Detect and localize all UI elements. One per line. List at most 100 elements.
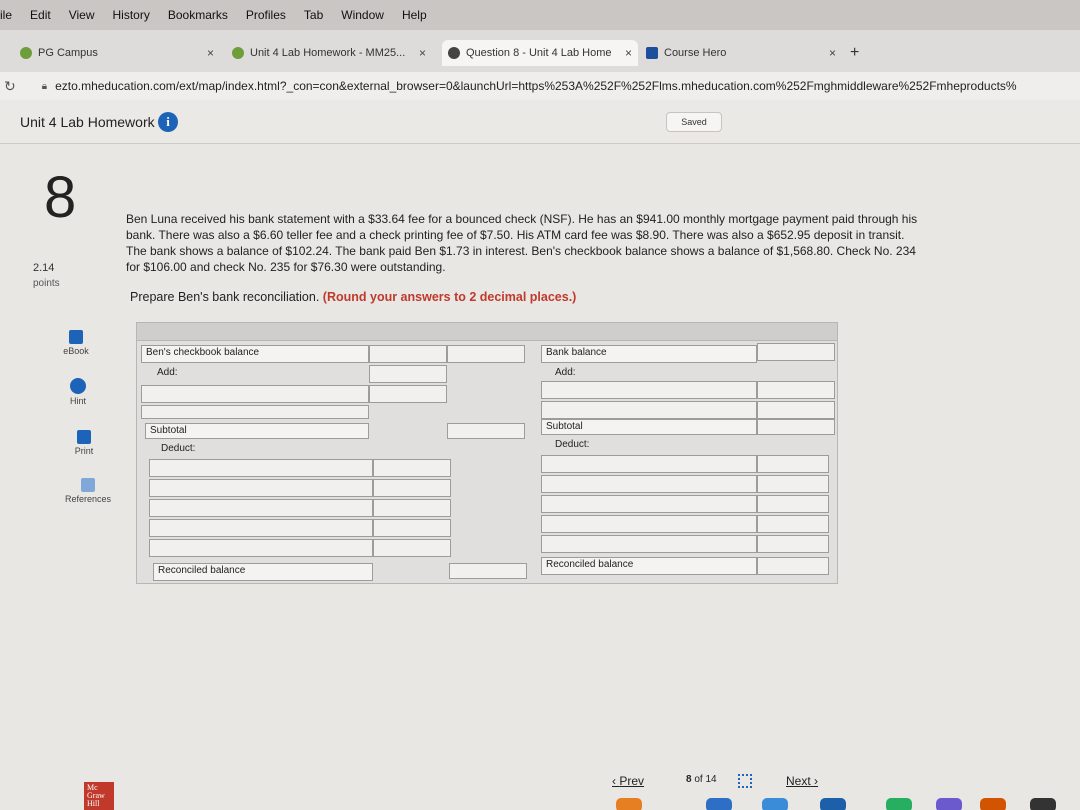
- hint-icon: [70, 378, 86, 394]
- prepare-instruction: Prepare Ben's bank reconciliation. (Roun…: [130, 290, 576, 304]
- right-deduct-amount-input-4[interactable]: [757, 515, 829, 533]
- tab-pg-campus[interactable]: PG Campus ×: [20, 40, 220, 66]
- points-label: points: [33, 278, 60, 289]
- dock-app-icon[interactable]: [886, 798, 912, 810]
- table-header-bar: [137, 323, 837, 341]
- right-deduct-desc-input-5[interactable]: [541, 535, 757, 553]
- saved-badge: Saved: [666, 112, 722, 132]
- checkbook-balance-amount-input[interactable]: [447, 345, 525, 363]
- left-subtotal-input[interactable]: [447, 423, 525, 439]
- prev-button[interactable]: ‹ Prev: [612, 774, 644, 788]
- tab-course-hero[interactable]: Course Hero ×: [646, 40, 842, 66]
- close-icon[interactable]: ×: [419, 46, 426, 60]
- checkbook-balance-label: Ben's checkbook balance: [146, 347, 260, 358]
- menu-file[interactable]: ile: [0, 8, 12, 22]
- left-deduct-amount-input-1[interactable]: [373, 459, 451, 477]
- next-button[interactable]: Next ›: [786, 774, 818, 788]
- left-deduct-amount-input-3[interactable]: [373, 499, 451, 517]
- right-deduct-desc-input-3[interactable]: [541, 495, 757, 513]
- right-subtotal-label-cell: Subtotal: [541, 419, 757, 435]
- right-deduct-amount-input-3[interactable]: [757, 495, 829, 513]
- right-add-amount-input-1[interactable]: [757, 381, 835, 399]
- left-subtotal-label: Subtotal: [150, 425, 187, 436]
- right-deduct-desc-input-4[interactable]: [541, 515, 757, 533]
- checkbook-balance-label-cell: Ben's checkbook balance: [141, 345, 369, 363]
- right-deduct-desc-input-1[interactable]: [541, 455, 757, 473]
- points-value: 2.14: [33, 262, 55, 274]
- left-deduct-desc-input-2[interactable]: [149, 479, 373, 497]
- left-deduct-desc-input-3[interactable]: [149, 499, 373, 517]
- right-add-desc-input-2[interactable]: [541, 401, 757, 419]
- rounding-note: (Round your answers to 2 decimal places.…: [322, 290, 577, 304]
- url-field[interactable]: ezto.mheducation.com/ext/map/index.html?…: [55, 79, 1075, 93]
- left-add-desc-input-2[interactable]: [141, 405, 369, 419]
- left-deduct-amount-input-2[interactable]: [373, 479, 451, 497]
- close-icon[interactable]: ×: [625, 46, 632, 60]
- dock-app-icon[interactable]: [936, 798, 962, 810]
- left-deduct-desc-input-4[interactable]: [149, 519, 373, 537]
- dock-app-icon[interactable]: [1030, 798, 1056, 810]
- hint-tool[interactable]: Hint: [38, 378, 118, 406]
- menu-history[interactable]: History: [113, 8, 150, 22]
- page-indicator: 8 of 14: [686, 774, 717, 785]
- left-deduct-amount-input-4[interactable]: [373, 519, 451, 537]
- tab-label: Course Hero: [664, 47, 727, 59]
- tab-question-8[interactable]: Question 8 - Unit 4 Lab Home ×: [442, 40, 638, 66]
- left-add-desc-input-1[interactable]: [141, 385, 369, 403]
- page-current: 8: [686, 774, 692, 785]
- tab-strip: PG Campus × Unit 4 Lab Homework - MM25..…: [0, 30, 1080, 72]
- dock-app-icon[interactable]: [980, 798, 1006, 810]
- left-deduct-label: Deduct:: [161, 443, 196, 454]
- bank-reconciliation-table: Ben's checkbook balance Add: Subtotal De…: [136, 322, 838, 584]
- prev-label: Prev: [619, 774, 645, 788]
- next-label: Next: [786, 774, 811, 788]
- dock-app-icon[interactable]: [820, 798, 846, 810]
- right-subtotal-label: Subtotal: [546, 421, 583, 432]
- left-deduct-desc-input-1[interactable]: [149, 459, 373, 477]
- left-add-amount-input-2[interactable]: [369, 385, 447, 403]
- references-label: References: [64, 494, 112, 504]
- references-tool[interactable]: References: [48, 478, 128, 504]
- right-reconciled-input[interactable]: [757, 557, 829, 575]
- tab-unit4-homework[interactable]: Unit 4 Lab Homework - MM25... ×: [232, 40, 432, 66]
- question-grid-icon[interactable]: [738, 774, 752, 788]
- reload-icon[interactable]: ↻: [4, 78, 16, 95]
- right-subtotal-input[interactable]: [757, 419, 835, 435]
- right-deduct-amount-input-5[interactable]: [757, 535, 829, 553]
- menu-bookmarks[interactable]: Bookmarks: [168, 8, 228, 22]
- left-deduct-amount-input-5[interactable]: [373, 539, 451, 557]
- menu-edit[interactable]: Edit: [30, 8, 51, 22]
- close-icon[interactable]: ×: [207, 46, 214, 60]
- right-deduct-amount-input-1[interactable]: [757, 455, 829, 473]
- right-deduct-amount-input-2[interactable]: [757, 475, 829, 493]
- page-total: 14: [705, 774, 717, 785]
- ebook-label: eBook: [63, 346, 89, 356]
- menu-help[interactable]: Help: [402, 8, 427, 22]
- lock-icon: 🔒︎: [41, 80, 48, 92]
- info-icon[interactable]: i: [158, 112, 178, 132]
- dock-app-icon[interactable]: [616, 798, 642, 810]
- left-deduct-desc-input-5[interactable]: [149, 539, 373, 557]
- checkbook-balance-input[interactable]: [369, 345, 447, 363]
- question-icon: [448, 47, 460, 59]
- menu-view[interactable]: View: [69, 8, 95, 22]
- dock-app-icon[interactable]: [706, 798, 732, 810]
- print-tool[interactable]: Print: [44, 430, 124, 456]
- right-add-amount-input-2[interactable]: [757, 401, 835, 419]
- ebook-tool[interactable]: eBook: [36, 330, 116, 356]
- assignment-title: Unit 4 Lab Homework: [20, 114, 155, 130]
- menu-window[interactable]: Window: [341, 8, 384, 22]
- dock: [470, 796, 1080, 810]
- menu-profiles[interactable]: Profiles: [246, 8, 286, 22]
- close-icon[interactable]: ×: [829, 46, 836, 60]
- right-add-desc-input-1[interactable]: [541, 381, 757, 399]
- left-reconciled-input[interactable]: [449, 563, 527, 579]
- dock-app-icon[interactable]: [762, 798, 788, 810]
- left-add-amount-input-1[interactable]: [369, 365, 447, 383]
- print-label: Print: [74, 446, 94, 456]
- new-tab-button[interactable]: +: [850, 44, 859, 62]
- right-deduct-desc-input-2[interactable]: [541, 475, 757, 493]
- bank-balance-input[interactable]: [757, 343, 835, 361]
- right-deduct-label: Deduct:: [555, 439, 590, 450]
- menu-tab[interactable]: Tab: [304, 8, 323, 22]
